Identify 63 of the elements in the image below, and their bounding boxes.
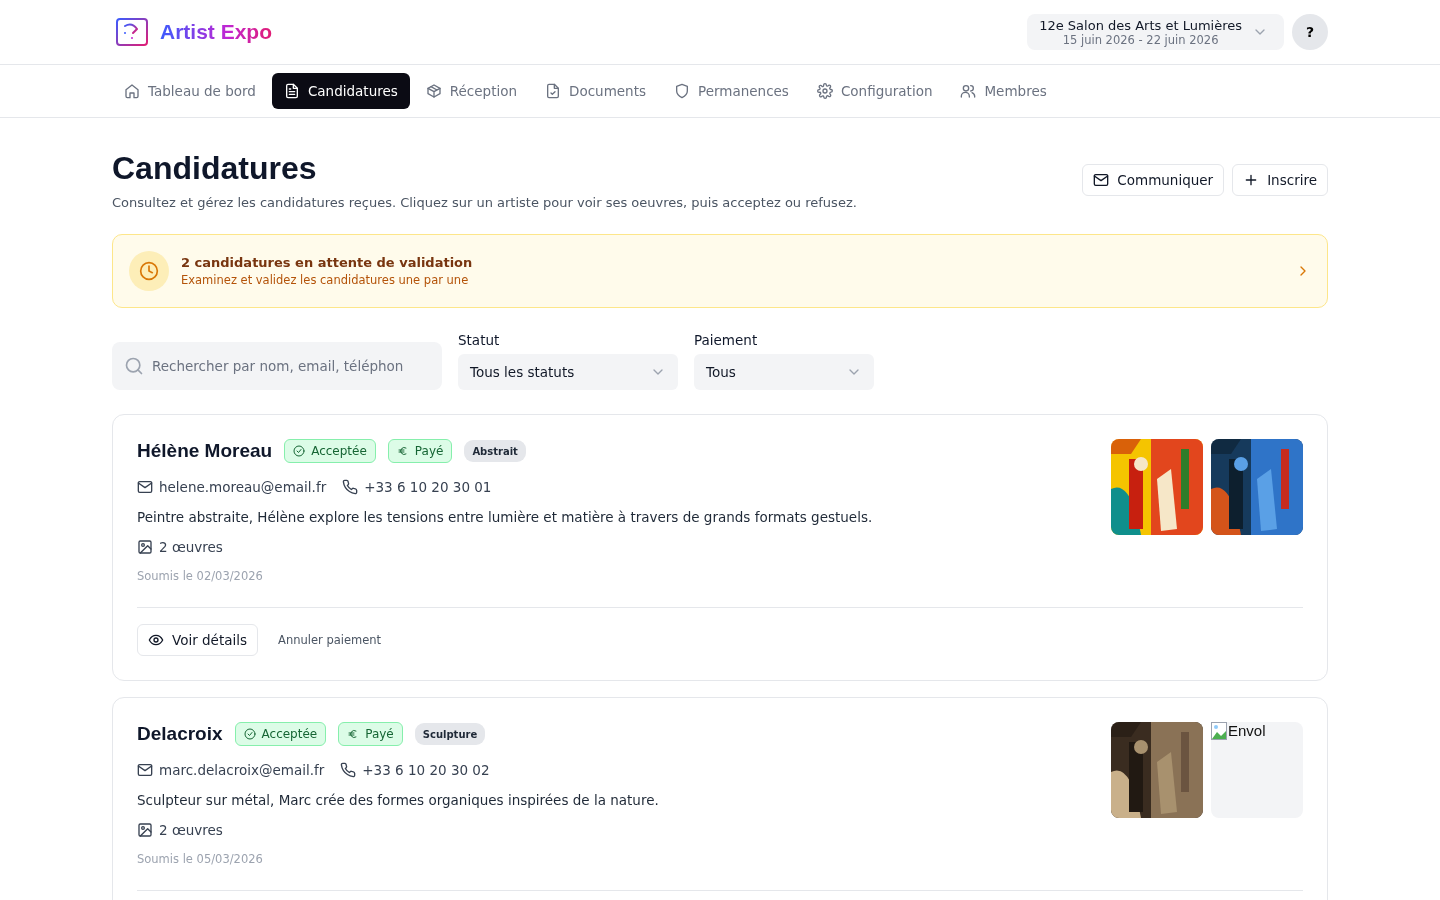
page-subtitle: Consultez et gérez les candidatures reçues. Cliquez sur un artiste pour voir ses oeuvres, puis acceptez ou refusez. xyxy=(112,195,857,210)
page-title: Candidatures xyxy=(112,150,318,187)
nav-tab[interactable]: Candidatures xyxy=(271,73,410,109)
phone-number: +33 6 10 20 30 01 xyxy=(364,479,492,495)
payment-badge: Payé xyxy=(387,439,453,463)
mail-icon xyxy=(137,479,153,495)
artist-bio: Peintre abstraite, Hélène explore les tensions entre lumière et matière à travers de grands formats gestuels. xyxy=(137,509,873,525)
nav-tab[interactable]: Membres xyxy=(948,73,1059,109)
filter-label: Paiement xyxy=(694,332,759,348)
mail-icon xyxy=(1093,172,1110,188)
category-tag: Sculpture xyxy=(414,723,486,745)
status-dropdown[interactable]: Tous les statuts xyxy=(458,354,678,390)
details-button[interactable]: Voir détails xyxy=(137,624,258,656)
status-badge: Acceptée xyxy=(284,439,376,463)
clock-icon xyxy=(139,261,159,281)
works-count: 2 œuvres xyxy=(159,822,223,838)
banner-text: Examinez et validez les candidatures une par une xyxy=(181,273,470,287)
euro-icon xyxy=(396,445,409,457)
help-button[interactable]: ? xyxy=(1292,14,1328,50)
logo-icon xyxy=(116,18,148,46)
search-icon xyxy=(124,356,144,376)
submission-date: Soumis le 02/03/2026 xyxy=(137,569,264,583)
submission-date: Soumis le 05/03/2026 xyxy=(137,852,264,866)
eye-icon xyxy=(148,632,164,648)
artist-name[interactable]: Hélène Moreau xyxy=(137,440,273,462)
mail-icon xyxy=(137,762,153,778)
payment-badge: Payé xyxy=(338,722,403,746)
nav-tab[interactable]: Réception xyxy=(413,73,530,109)
email: marc.delacroix@email.fr xyxy=(159,762,325,778)
event-selector[interactable]: 12e Salon des Arts et Lumières 15 juin 2026 - 22 juin 2026 xyxy=(1027,14,1284,50)
cancel-payment-link[interactable]: Annuler paiement xyxy=(278,633,382,647)
communicate-button[interactable]: Communiquer xyxy=(1082,164,1225,196)
phone-icon xyxy=(340,762,357,778)
payment-dropdown[interactable]: Tous xyxy=(694,354,874,390)
home-icon xyxy=(124,83,140,99)
check-circle-icon xyxy=(293,445,306,457)
gear-icon xyxy=(816,83,833,99)
file-check-icon xyxy=(545,83,562,99)
status-badge: Acceptée xyxy=(234,722,327,746)
search-field[interactable]: Rechercher par nom, email, téléphon xyxy=(112,342,442,390)
document-icon xyxy=(283,83,300,99)
image-icon xyxy=(137,822,153,838)
shield-icon xyxy=(674,83,690,99)
pending-banner[interactable]: 2 candidatures en attente de validation Examinez et validez les candidatures une par une xyxy=(112,234,1328,308)
nav-tab[interactable]: Configuration xyxy=(804,73,945,109)
nav-tab[interactable]: Documents xyxy=(533,73,658,109)
phone-icon xyxy=(342,479,359,495)
check-circle-icon xyxy=(243,728,256,740)
nav-tab[interactable]: Permanences xyxy=(662,73,801,109)
artist-bio: Sculpteur sur métal, Marc crée des formes organiques inspirées de la nature. xyxy=(137,792,659,808)
banner-title: 2 candidatures en attente de validation xyxy=(181,255,474,270)
image-icon xyxy=(137,539,153,555)
works-count: 2 œuvres xyxy=(159,539,223,555)
users-icon xyxy=(960,83,977,99)
artist-name[interactable]: Delacroix xyxy=(137,723,223,745)
email: helene.moreau@email.fr xyxy=(159,479,327,495)
category-tag: Abstrait xyxy=(464,440,526,462)
nav-tab[interactable]: Tableau de bord xyxy=(112,73,268,109)
filter-label: Statut xyxy=(458,332,501,348)
image-alt-text: Envol xyxy=(1228,722,1266,739)
register-button[interactable]: Inscrire xyxy=(1232,164,1328,196)
box-icon xyxy=(425,83,442,99)
phone-number: +33 6 10 20 30 02 xyxy=(362,762,490,778)
